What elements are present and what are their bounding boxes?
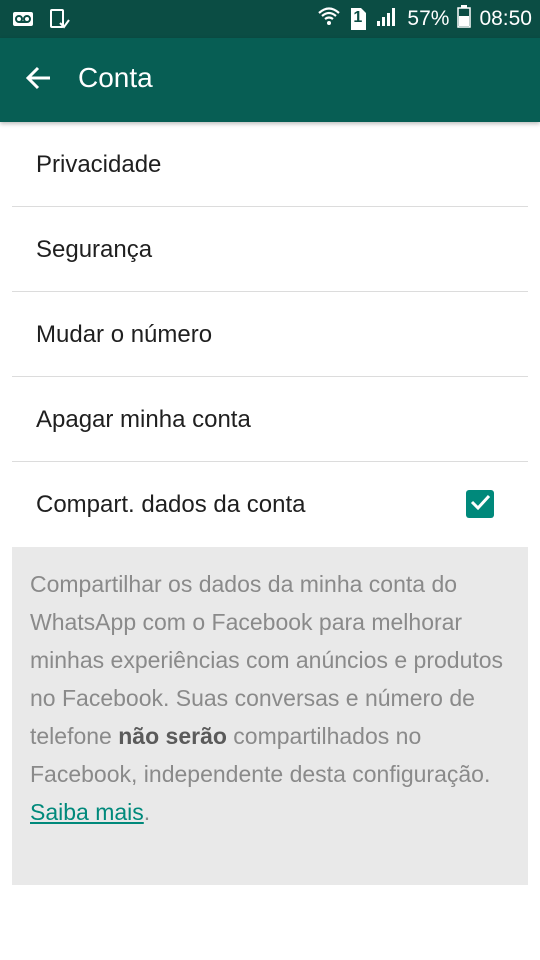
status-bar-right: 1 57% 08:50 <box>317 0 532 38</box>
page-title: Conta <box>78 62 153 93</box>
menu-item-label: Compart. dados da conta <box>36 491 306 518</box>
description-text: Compartilhar os dados da minha conta do … <box>30 565 510 831</box>
menu-item-privacy[interactable]: Privacidade <box>12 122 528 207</box>
menu-item-label: Privacidade <box>36 151 162 178</box>
status-bar: 1 57% 08:50 <box>0 0 540 38</box>
voicemail-icon <box>12 8 34 35</box>
battery-icon <box>457 4 472 34</box>
sim-icon: 1 <box>349 7 367 31</box>
battery-percentage: 57% <box>407 7 450 30</box>
clock: 08:50 <box>479 7 532 30</box>
menu-item-label: Apagar minha conta <box>36 406 251 433</box>
sim-slot-number: 1 <box>353 9 363 26</box>
wifi-icon <box>317 4 341 34</box>
learn-more-link[interactable]: Saiba mais <box>30 799 144 825</box>
menu-item-label: Mudar o número <box>36 321 213 348</box>
menu-item-change-number[interactable]: Mudar o número <box>12 292 528 377</box>
menu-item-delete-account[interactable]: Apagar minha conta <box>12 377 528 462</box>
download-notification-icon <box>48 8 70 35</box>
checkmark-icon <box>469 491 491 518</box>
share-data-checkbox[interactable] <box>466 490 494 518</box>
description-bold-text: não serão <box>118 723 227 749</box>
menu-item-security[interactable]: Segurança <box>12 207 528 292</box>
menu-item-share-account-data[interactable]: Compart. dados da conta <box>12 462 528 546</box>
signal-icon <box>375 4 399 34</box>
settings-list: Privacidade Segurança Mudar o número Apa… <box>0 122 540 546</box>
description-end-punctuation: . <box>143 799 151 825</box>
share-data-description: Compartilhar os dados da minha conta do … <box>12 547 528 885</box>
app-bar: Conta <box>0 38 540 122</box>
back-button[interactable] <box>18 60 58 100</box>
arrow-back-icon <box>24 64 52 97</box>
menu-item-label: Segurança <box>36 236 153 263</box>
status-bar-left-icons <box>12 8 70 35</box>
